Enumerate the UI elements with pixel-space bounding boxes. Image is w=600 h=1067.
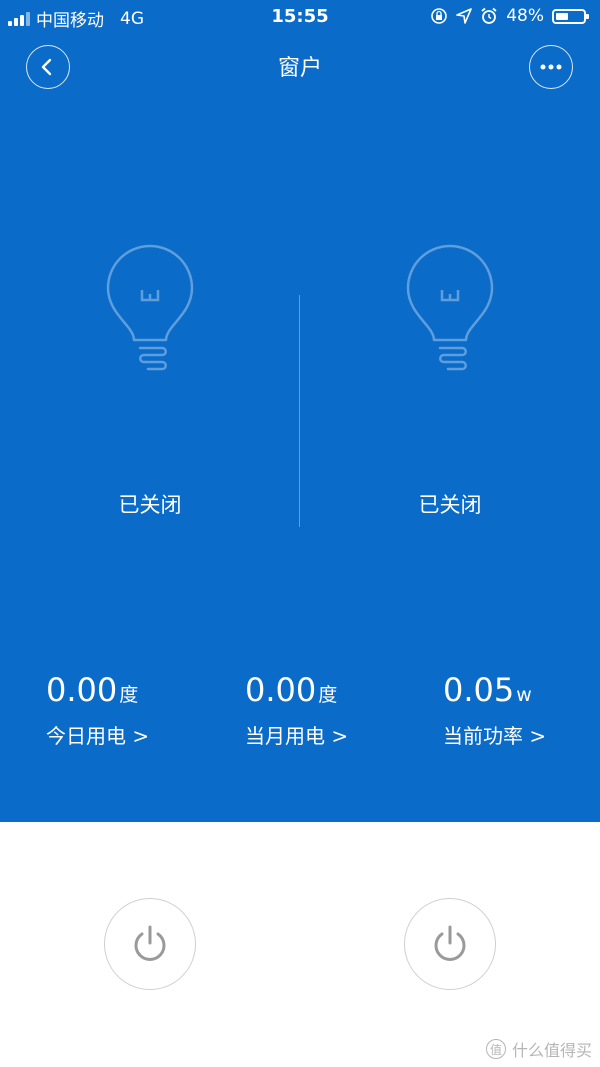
switch-1-state: 已关闭 bbox=[118, 493, 182, 517]
switch-divider bbox=[299, 295, 300, 527]
stat-month[interactable]: 0.00 度 当月用电 > bbox=[245, 670, 348, 749]
stat-value: 0.00 bbox=[245, 671, 317, 709]
location-icon bbox=[456, 8, 473, 24]
device-panel: 中国移动 4G 15:55 48% 窗户 已关闭 已关闭 0.00 度 今日用电… bbox=[0, 0, 600, 822]
switch-1-power-button[interactable] bbox=[104, 898, 196, 990]
watermark-text: 什么值得买 bbox=[511, 1041, 592, 1060]
lightbulb-icon bbox=[406, 244, 494, 371]
watermark: 值 什么值得买 bbox=[485, 1037, 592, 1061]
stat-label: 当月用电 > bbox=[245, 724, 349, 748]
power-icon bbox=[434, 925, 466, 961]
switch-2-power-button[interactable] bbox=[404, 898, 496, 990]
more-button[interactable] bbox=[529, 45, 573, 89]
battery-percent: 48% bbox=[506, 6, 544, 26]
stat-label: 今日用电 > bbox=[46, 724, 150, 748]
stat-value: 0.05 bbox=[443, 671, 515, 709]
watermark-logo: 值 bbox=[485, 1039, 506, 1059]
rotation-lock-icon bbox=[431, 8, 448, 24]
power-icon bbox=[134, 925, 166, 961]
stat-power[interactable]: 0.05 w 当前功率 > bbox=[443, 670, 546, 749]
status-bar: 中国移动 4G 15:55 48% bbox=[0, 0, 600, 34]
stat-unit: 度 bbox=[119, 684, 139, 706]
stat-label: 当前功率 > bbox=[443, 724, 547, 748]
stat-today[interactable]: 0.00 度 今日用电 > bbox=[46, 670, 149, 749]
alarm-icon bbox=[481, 7, 497, 24]
switch-2-state: 已关闭 bbox=[418, 493, 482, 517]
more-icon bbox=[540, 64, 562, 70]
battery-icon bbox=[552, 8, 589, 24]
page-title: 窗户 bbox=[277, 56, 322, 81]
stat-value: 0.00 bbox=[46, 671, 118, 709]
lightbulb-icon bbox=[106, 244, 194, 371]
stat-unit: 度 bbox=[318, 684, 338, 706]
stat-unit: w bbox=[516, 684, 532, 706]
